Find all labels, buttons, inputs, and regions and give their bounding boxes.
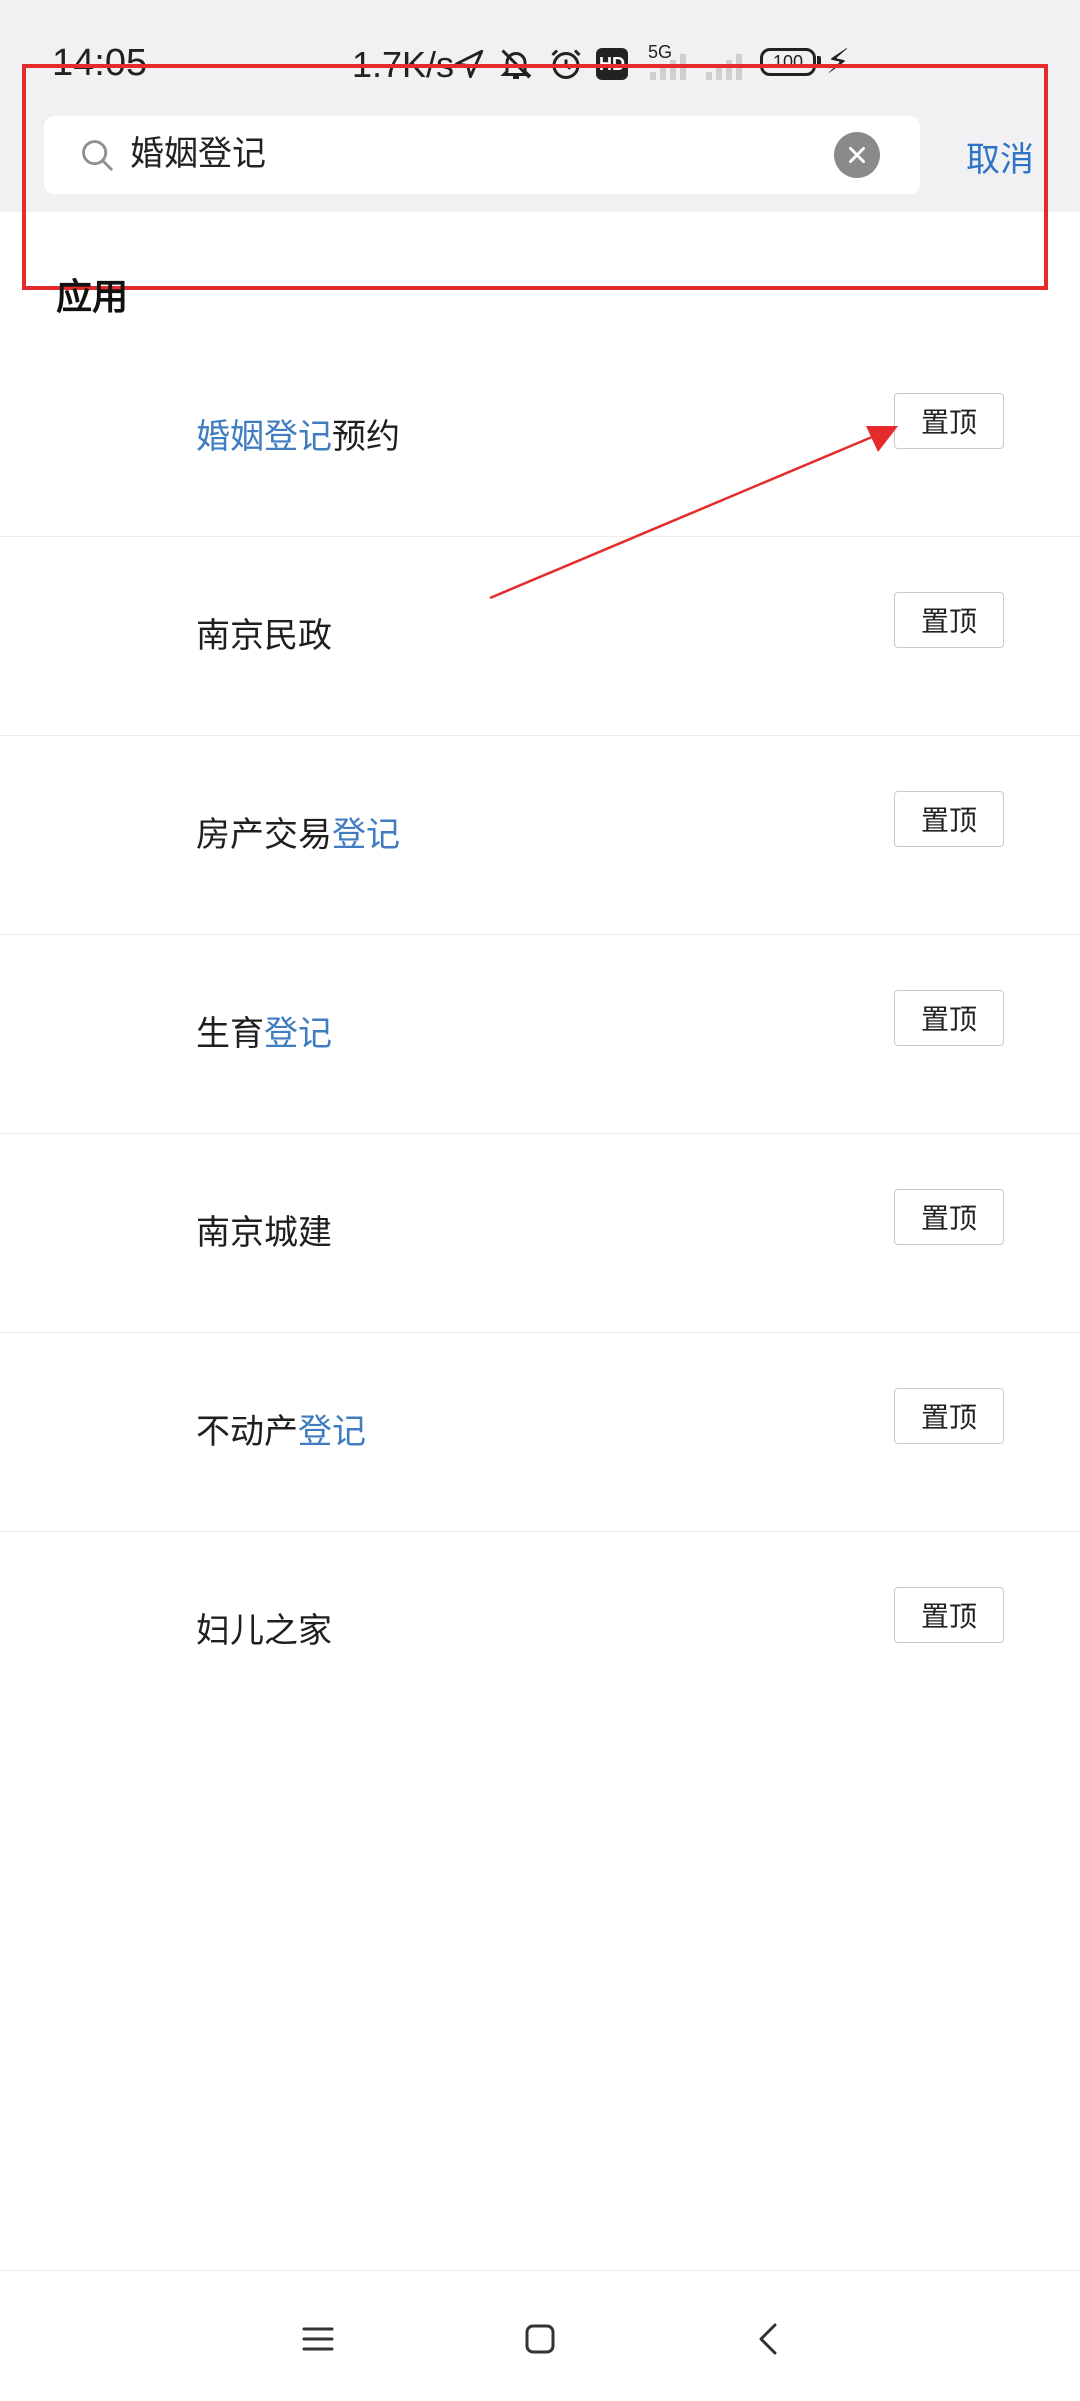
signal-icon: [650, 52, 688, 80]
result-row[interactable]: 不动产登记 置顶: [0, 1333, 1080, 1532]
network-speed: 1.7K/s: [352, 44, 455, 85]
result-name: 生育登记: [196, 935, 332, 1133]
matched-keyword: 登记: [332, 815, 400, 855]
pin-to-top-button[interactable]: 置顶: [894, 592, 1004, 648]
pin-to-top-button[interactable]: 置顶: [894, 1189, 1004, 1245]
search-icon: [78, 136, 116, 174]
cancel-button[interactable]: 取消: [966, 132, 1034, 181]
bolt-icon: ⚡: [826, 42, 850, 82]
navigation-bar: [0, 2270, 1080, 2401]
alarm-icon: [548, 44, 584, 84]
bell-off-icon: [498, 44, 534, 84]
pin-to-top-button[interactable]: 置顶: [894, 1587, 1004, 1643]
pin-to-top-button[interactable]: 置顶: [894, 1388, 1004, 1444]
send-icon: [452, 44, 486, 84]
result-row[interactable]: 婚姻登记预约 置顶: [0, 338, 1080, 537]
pin-to-top-button[interactable]: 置顶: [894, 791, 1004, 847]
battery-cap: [817, 56, 821, 68]
result-name-text: 南京城建: [196, 1213, 332, 1253]
result-name-text: 生育: [196, 1014, 264, 1054]
search-input[interactable]: 婚姻登记: [44, 116, 920, 194]
result-name: 妇儿之家: [196, 1532, 332, 1730]
clear-icon[interactable]: [834, 132, 880, 178]
result-name: 婚姻登记预约: [196, 338, 400, 536]
status-time: 14:05: [52, 42, 148, 84]
pin-to-top-button[interactable]: 置顶: [894, 393, 1004, 449]
battery-indicator: 100: [760, 48, 816, 76]
signal-icon-2: [706, 52, 744, 80]
results-list: 婚姻登记预约 置顶 南京民政 置顶 房产交易登记 置顶 生育登记 置顶 南京城建 置顶 不动产登记置…: [0, 338, 1080, 1730]
result-name: 不动产登记: [196, 1333, 366, 1531]
result-row[interactable]: 南京民政 置顶: [0, 537, 1080, 736]
result-row[interactable]: 生育登记 置顶: [0, 935, 1080, 1134]
matched-keyword: 登记: [298, 1412, 366, 1452]
hd-badge: HD: [596, 48, 628, 80]
menu-icon[interactable]: [278, 2299, 358, 2379]
status-bar: 14:05 1.7K/s HD 5G 100 ⚡: [0, 0, 1080, 120]
matched-keyword: 婚姻登记: [196, 417, 332, 457]
matched-keyword: 登记: [264, 1014, 332, 1054]
result-row[interactable]: 房产交易登记 置顶: [0, 736, 1080, 935]
home-icon[interactable]: [500, 2299, 580, 2379]
result-name: 南京民政: [196, 537, 332, 735]
result-name-text: 不动产: [196, 1412, 298, 1452]
result-name-text: 预约: [332, 417, 400, 457]
search-query: 婚姻登记: [130, 134, 266, 174]
result-name-text: 房产交易: [196, 815, 332, 855]
result-name-text: 南京民政: [196, 616, 332, 656]
result-row[interactable]: 南京城建 置顶: [0, 1134, 1080, 1333]
result-name-text: 妇儿之家: [196, 1611, 332, 1651]
section-title: 应用: [56, 277, 129, 318]
result-name: 房产交易登记: [196, 736, 400, 934]
back-icon[interactable]: [728, 2299, 808, 2379]
result-row[interactable]: 妇儿之家 置顶: [0, 1532, 1080, 1730]
result-name: 南京城建: [196, 1134, 332, 1332]
pin-to-top-button[interactable]: 置顶: [894, 990, 1004, 1046]
